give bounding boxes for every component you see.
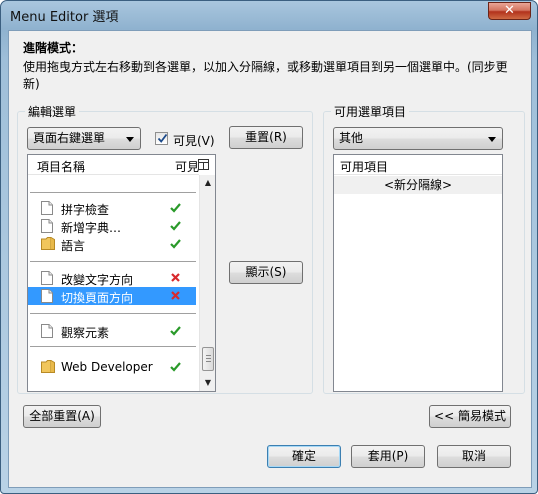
advanced-mode-heading: 進階模式：: [23, 41, 84, 55]
visible-check-icon: [170, 202, 181, 216]
simple-mode-button[interactable]: << 簡易模式: [429, 405, 511, 428]
available-items-group-label: 可用選單項目: [331, 103, 410, 120]
visible-check-icon: [170, 220, 181, 234]
list-item-label: <新分隔線>: [383, 178, 453, 192]
reset-all-button[interactable]: 全部重置(A): [23, 405, 101, 428]
list-item-label: 切換頁面方向: [61, 291, 134, 305]
dialog-body: 進階模式： 使用拖曳方式左右移動到各選單，以加入分隔線，或移動選單項目到另一個選…: [8, 30, 532, 488]
menu-separator[interactable]: [30, 313, 196, 314]
scroll-thumb[interactable]: [202, 347, 214, 371]
menu-items-list[interactable]: 項目名稱 可見 拼字檢查 新增字典… 語言 改變文字方向 切換頁面方向 觀察元素…: [27, 154, 216, 392]
ok-button[interactable]: 確定: [267, 445, 341, 468]
folder-icon: [41, 237, 55, 253]
list-item-label: Web Developer: [61, 360, 153, 374]
list-item-label: 拼字檢查: [61, 203, 110, 217]
menu-select-value: 頁面右鍵選單: [33, 131, 106, 145]
available-menu-select-value: 其他: [339, 131, 364, 145]
reset-button[interactable]: 重置(R): [229, 126, 303, 149]
menu-separator[interactable]: [30, 261, 196, 262]
list-item[interactable]: <新分隔線>: [334, 176, 502, 194]
cancel-button[interactable]: 取消: [437, 445, 511, 468]
list-item[interactable]: 語言: [28, 235, 196, 253]
page-icon: [41, 324, 53, 341]
checkmark-icon: [157, 133, 168, 143]
chevron-down-icon: [488, 137, 496, 142]
window-title: Menu Editor 選項: [10, 10, 119, 25]
show-button[interactable]: 顯示(S): [229, 261, 303, 284]
visible-checkbox-label: 可見(V): [173, 134, 215, 148]
visible-check-icon: [170, 325, 181, 339]
scroll-down-icon[interactable]: ▼: [200, 375, 216, 391]
scroll-up-icon[interactable]: ▲: [200, 175, 216, 191]
vertical-scrollbar[interactable]: ▲ ▼: [199, 175, 215, 391]
available-items-list[interactable]: 可用項目 <新分隔線>: [333, 154, 503, 392]
page-icon: [41, 289, 53, 306]
close-icon: ✕: [504, 3, 515, 18]
folder-icon: [41, 360, 55, 376]
list-item-selected[interactable]: 切換頁面方向: [28, 287, 196, 305]
page-icon: [41, 271, 53, 288]
list-item[interactable]: Web Developer: [28, 358, 196, 376]
chevron-down-icon: [126, 137, 134, 142]
hidden-cross-icon: [170, 290, 181, 304]
column-header-name[interactable]: 項目名稱: [37, 158, 85, 175]
list-item[interactable]: 改變文字方向: [28, 269, 196, 287]
column-chooser-icon[interactable]: [198, 159, 210, 171]
hidden-cross-icon: [170, 272, 181, 286]
list-item[interactable]: 拼字檢查: [28, 199, 196, 217]
list-item-label: 改變文字方向: [61, 273, 134, 287]
list-item[interactable]: 新增字典…: [28, 217, 196, 235]
available-menu-select[interactable]: 其他: [333, 127, 503, 150]
visible-checkbox[interactable]: [155, 132, 168, 145]
list-item-label: 新增字典…: [61, 221, 122, 235]
visible-check-icon: [170, 238, 181, 252]
list-item-label: 觀察元素: [61, 326, 110, 340]
menu-select[interactable]: 頁面右鍵選單: [27, 127, 141, 150]
column-header-visible[interactable]: 可見: [175, 158, 199, 175]
dialog-window: Menu Editor 選項 ✕ 進階模式： 使用拖曳方式左右移動到各選單，以加…: [0, 0, 538, 494]
close-button[interactable]: ✕: [488, 2, 531, 20]
title-bar[interactable]: Menu Editor 選項 ✕: [1, 1, 537, 29]
column-header-available[interactable]: 可用項目: [340, 158, 388, 175]
advanced-mode-description: 使用拖曳方式左右移動到各選單，以加入分隔線，或移動選單項目到另一個選單中。(同步…: [23, 60, 508, 91]
menu-separator[interactable]: [30, 192, 196, 193]
edit-menu-group-label: 編輯選單: [25, 103, 80, 120]
list-item[interactable]: 觀察元素: [28, 322, 196, 340]
list-item-label: 語言: [61, 239, 86, 253]
visible-check-icon: [170, 361, 181, 375]
menu-separator[interactable]: [30, 346, 196, 347]
list-header: 可用項目: [334, 155, 502, 175]
page-icon: [41, 201, 53, 218]
page-icon: [41, 219, 53, 236]
list-header: 項目名稱 可見: [28, 155, 199, 175]
apply-button[interactable]: 套用(P): [351, 445, 425, 468]
